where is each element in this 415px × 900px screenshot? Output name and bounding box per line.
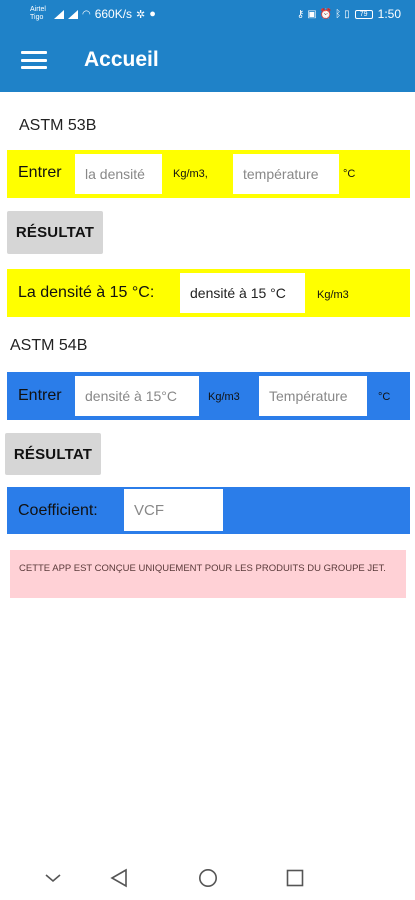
astm-54b-input-row: Entrer densité à 15°C Kg/m3 Température … — [7, 372, 410, 420]
temperature-unit: °C — [343, 168, 356, 180]
astm-53b-input-row: Entrer la densité Kg/m3, température °C — [7, 150, 410, 198]
density-input[interactable]: la densité — [75, 154, 162, 194]
alarm-icon: ⏰ — [319, 8, 333, 20]
app-bar: Accueil — [0, 28, 415, 92]
page-title: Accueil — [84, 48, 159, 71]
bluetooth-icon: ᛒ — [335, 8, 342, 20]
density-unit: Kg/m3, — [173, 168, 208, 180]
astm-53b-result-row: La densité à 15 °C: densité à 15 °C Kg/m… — [7, 269, 410, 317]
enter-label: Entrer — [18, 164, 62, 181]
recents-square-icon[interactable] — [286, 869, 304, 892]
battery-icon: 79 — [354, 9, 373, 19]
system-nav-bar — [0, 857, 415, 900]
astm-53b-result-button[interactable]: RÉSULTAT — [7, 211, 103, 254]
status-right: ⚷ ▣ ⏰ ᛒ ▯ 79 1:50 — [297, 7, 401, 21]
carrier-2: Tigo — [30, 14, 44, 21]
section-title-astm-54b: ASTM 54B — [10, 337, 88, 354]
notice-banner: CETTE APP EST CONÇUE UNIQUEMENT POUR LES… — [10, 550, 406, 598]
status-left: Airtel Tigo ◠ 660K/s ✲ ● — [30, 6, 156, 22]
section-title-astm-53b: ASTM 53B — [19, 117, 97, 134]
signal-icon-2 — [67, 9, 78, 19]
vcf-result-field: VCF — [124, 489, 223, 531]
status-time: 1:50 — [377, 7, 401, 21]
no-sim-icon: ▯ — [344, 8, 350, 20]
temperature-input[interactable]: Température — [259, 376, 367, 416]
chevron-down-icon[interactable] — [44, 871, 62, 889]
coefficient-label: Coefficient: — [18, 502, 98, 519]
back-triangle-icon[interactable] — [110, 868, 128, 893]
carrier-1: Airtel — [30, 6, 46, 13]
result-density-label: La densité à 15 °C: — [18, 284, 155, 301]
temperature-unit: °C — [378, 391, 391, 403]
status-bar: Airtel Tigo ◠ 660K/s ✲ ● ⚷ ▣ ⏰ ᛒ ▯ 79 1:… — [0, 0, 415, 28]
enter-label: Entrer — [18, 387, 62, 404]
carrier-labels: Airtel Tigo — [30, 6, 46, 22]
density-15-input[interactable]: densité à 15°C — [75, 376, 199, 416]
signal-icon — [53, 9, 64, 19]
astm-54b-result-button[interactable]: RÉSULTAT — [5, 433, 101, 475]
astm-54b-result-row: Coefficient: VCF — [7, 487, 410, 534]
settings-icon: ✲ — [136, 8, 146, 21]
result-density-unit: Kg/m3 — [317, 289, 349, 301]
density-unit: Kg/m3 — [208, 391, 240, 403]
hamburger-menu-icon[interactable] — [21, 51, 47, 69]
notification-icon: ● — [149, 8, 156, 20]
vibrate-icon: ▣ — [307, 8, 317, 20]
result-density-field: densité à 15 °C — [180, 273, 305, 313]
wifi-icon: ◠ — [81, 8, 91, 20]
network-speed: 660K/s — [94, 7, 133, 21]
home-circle-icon[interactable] — [198, 868, 218, 893]
key-icon: ⚷ — [296, 8, 305, 20]
temperature-input[interactable]: température — [233, 154, 339, 194]
